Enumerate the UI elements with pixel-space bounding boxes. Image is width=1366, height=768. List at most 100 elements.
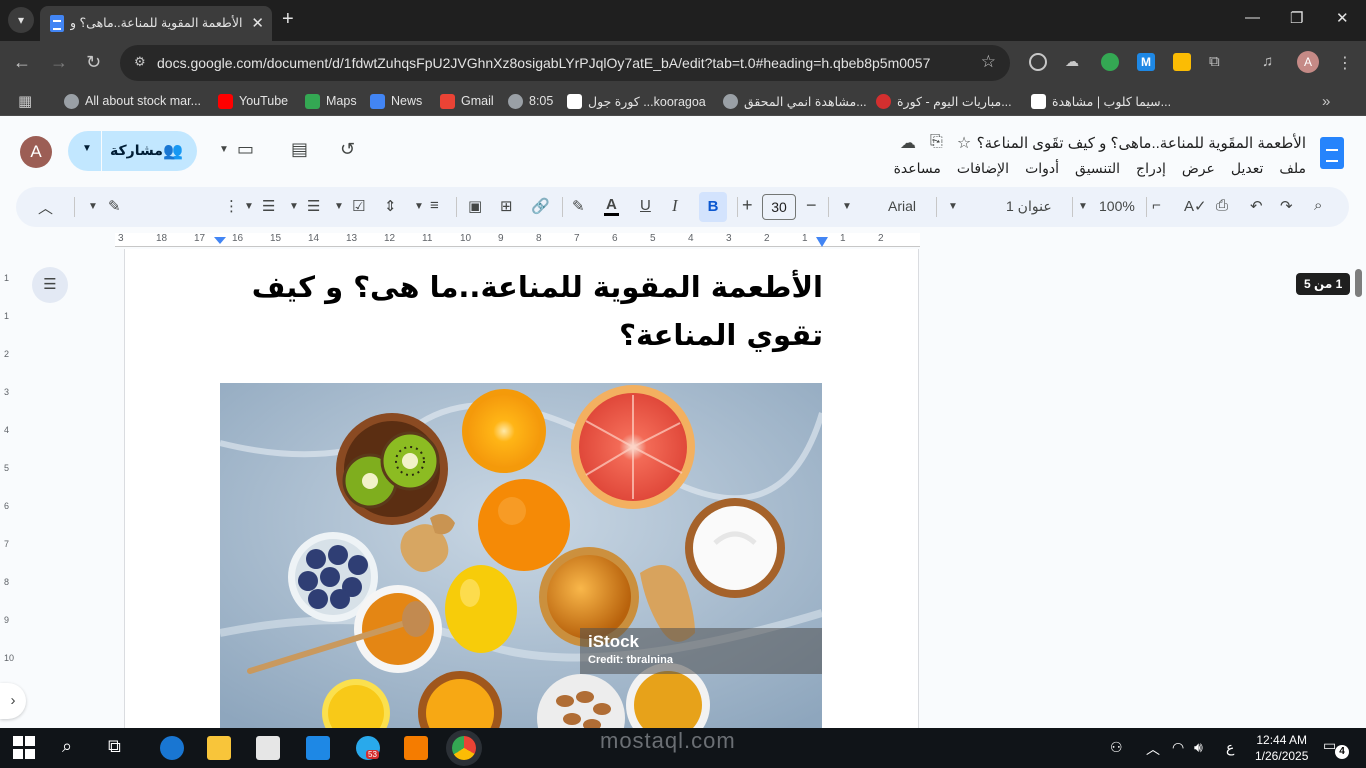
underline-button[interactable]: U — [640, 197, 651, 214]
menu-file[interactable]: ملف — [1279, 160, 1306, 177]
editing-mode-dropdown-icon[interactable]: ▼ — [88, 201, 98, 212]
bookmarks-overflow-icon[interactable]: » — [1322, 92, 1330, 110]
side-panel-expand-icon[interactable]: › — [0, 683, 26, 719]
share-dropdown-icon[interactable]: ▼ — [82, 143, 92, 154]
cloud-saved-icon[interactable]: ☁ — [900, 133, 916, 153]
extension-globe-icon[interactable] — [1101, 53, 1119, 71]
text-color-icon[interactable]: A — [604, 197, 619, 216]
tab-close-icon[interactable]: ✕ — [251, 14, 264, 32]
comments-icon[interactable]: ▤ — [291, 139, 308, 160]
notification-center-icon[interactable]: ▭ 4 — [1323, 737, 1349, 759]
menu-help[interactable]: مساعدة — [894, 160, 941, 177]
font-size-input[interactable]: 30 — [762, 194, 796, 220]
bookmark-item[interactable]: سيما كلوب | مشاهدة... — [1031, 92, 1171, 110]
meet-dropdown-icon[interactable]: ▼ — [219, 144, 229, 155]
menu-format[interactable]: التنسيق — [1075, 160, 1120, 177]
site-info-icon[interactable]: ⚙ — [134, 54, 150, 70]
chrome-menu-icon[interactable]: ⋮ — [1337, 53, 1355, 72]
bookmark-star-icon[interactable]: ☆ — [981, 52, 996, 72]
add-comment-icon[interactable]: ⊞ — [500, 197, 513, 215]
paint-format-icon[interactable]: ⌐ — [1152, 197, 1161, 214]
extensions-puzzle-icon[interactable]: ⧉ — [1209, 53, 1227, 71]
video-camera-icon[interactable]: ▭ — [237, 139, 254, 160]
input-language-indicator[interactable]: ع — [1226, 739, 1234, 756]
move-folder-icon[interactable]: ⎘ — [930, 133, 943, 153]
more-options-icon[interactable]: ⋮ — [224, 197, 239, 215]
tab-search-button[interactable]: ▾ — [8, 7, 34, 33]
profile-avatar[interactable]: A — [1297, 51, 1319, 73]
start-windows-icon[interactable] — [13, 736, 35, 760]
task-view-icon[interactable]: ⧉ — [108, 736, 132, 760]
address-bar[interactable]: ⚙ docs.google.com/document/d/1fdwtZuhqsF… — [120, 45, 1010, 81]
checklist-icon[interactable]: ☑ — [352, 197, 365, 215]
insert-image-icon[interactable]: ▣ — [468, 197, 482, 215]
window-restore-button[interactable]: ❐ — [1290, 9, 1303, 27]
bookmark-item[interactable]: News — [370, 92, 422, 110]
mail-icon[interactable] — [306, 736, 330, 760]
reload-button[interactable]: ↻ — [86, 52, 101, 73]
show-hidden-icons[interactable]: ︿ — [1146, 739, 1160, 759]
bookmark-item[interactable]: Gmail — [440, 92, 494, 110]
horizontal-ruler[interactable]: 3 18 17 16 15 14 13 12 11 10 9 8 7 6 5 4 3 2 1 1 2 — [0, 229, 1366, 249]
print-icon[interactable]: ⎙ — [1216, 197, 1228, 214]
left-indent-marker[interactable] — [214, 237, 226, 244]
scrollbar-thumb[interactable] — [1355, 269, 1362, 297]
increase-font-size-icon[interactable]: + — [742, 195, 753, 216]
menu-edit[interactable]: تعديل — [1231, 160, 1264, 177]
undo-icon[interactable]: ↶ — [1250, 197, 1263, 215]
numbered-list-icon[interactable]: ☰ — [262, 197, 275, 215]
checklist-dropdown-icon[interactable]: ▼ — [334, 201, 344, 212]
new-tab-button[interactable]: + — [282, 8, 294, 31]
bold-button[interactable]: B — [699, 192, 727, 222]
version-history-icon[interactable]: ↺ — [340, 139, 355, 160]
zoom-select[interactable]: 100% — [1099, 198, 1135, 214]
edge-icon[interactable] — [160, 736, 184, 760]
spellcheck-icon[interactable]: A✓ — [1184, 197, 1207, 215]
highlight-color-icon[interactable]: ✎ — [572, 197, 585, 215]
menu-extensions[interactable]: الإضافات — [957, 160, 1009, 177]
pdf-app-icon[interactable] — [404, 736, 428, 760]
forward-button[interactable]: → — [50, 52, 68, 73]
extension-m-icon[interactable]: M — [1137, 53, 1155, 71]
pencil-edit-icon[interactable]: ✎ — [108, 197, 121, 215]
back-button[interactable]: ← — [13, 52, 31, 73]
bookmark-item[interactable]: مباريات اليوم - كورة... — [876, 92, 1012, 110]
chrome-taskbar-icon[interactable] — [452, 736, 476, 760]
people-tray-icon[interactable]: ⚇ — [1110, 739, 1123, 756]
document-outline-icon[interactable]: ☰ — [32, 267, 68, 303]
volume-icon[interactable]: 🔊︎ — [1194, 739, 1203, 756]
decrease-font-size-icon[interactable]: − — [806, 195, 817, 216]
immune-foods-image[interactable]: iStock Credit: tbralnina — [220, 383, 822, 728]
align-dropdown-icon[interactable]: ▼ — [414, 201, 424, 212]
font-dropdown-icon[interactable]: ▼ — [842, 201, 852, 212]
bullet-dropdown-icon[interactable]: ▼ — [289, 201, 299, 212]
collapse-toolbar-icon[interactable]: ︿ — [38, 197, 53, 218]
store-icon[interactable] — [256, 736, 280, 760]
font-family-select[interactable]: Arial — [888, 198, 916, 214]
bookmark-item[interactable]: YouTube — [218, 92, 288, 110]
italic-button[interactable]: I — [672, 196, 678, 216]
vertical-ruler[interactable]: 11234567891011 — [0, 249, 20, 728]
bookmark-item[interactable]: 8:05 — [508, 92, 553, 110]
docs-logo-icon[interactable] — [1320, 137, 1344, 169]
menu-insert[interactable]: إدراج — [1136, 160, 1166, 177]
menu-tools[interactable]: أدوات — [1025, 160, 1059, 177]
bulleted-list-icon[interactable]: ☰ — [307, 197, 320, 215]
align-right-icon[interactable]: ≡ — [430, 197, 439, 214]
document-page[interactable]: الأطعمة المقوية للمناعة..ما هى؟ و كيف تق… — [124, 249, 919, 728]
insert-link-icon[interactable]: 🔗 — [531, 197, 550, 215]
file-explorer-icon[interactable] — [207, 736, 231, 760]
taskbar-search-icon[interactable]: ⌕ — [62, 736, 86, 760]
apps-grid-icon[interactable]: ▦ — [18, 92, 32, 110]
window-minimize-button[interactable]: — — [1245, 9, 1260, 26]
right-indent-marker[interactable] — [816, 237, 828, 247]
bookmark-item[interactable]: كورة جول ...kooragoa — [567, 92, 706, 110]
telegram-icon[interactable]: 53 — [356, 736, 380, 760]
extension-drive-icon[interactable] — [1173, 53, 1191, 71]
url-text[interactable]: docs.google.com/document/d/1fdwtZuhqsFpU… — [157, 55, 930, 71]
system-clock[interactable]: 12:44 AM 1/26/2025 — [1255, 732, 1308, 764]
share-button[interactable]: ▼ مشاركة 👥 — [68, 131, 197, 171]
document-title[interactable]: الأطعمة المقَوية للمناعة..ماهى؟ و كيف تق… — [977, 134, 1306, 152]
bookmark-item[interactable]: Maps — [305, 92, 357, 110]
line-spacing-icon[interactable]: ⇕ — [384, 197, 397, 215]
